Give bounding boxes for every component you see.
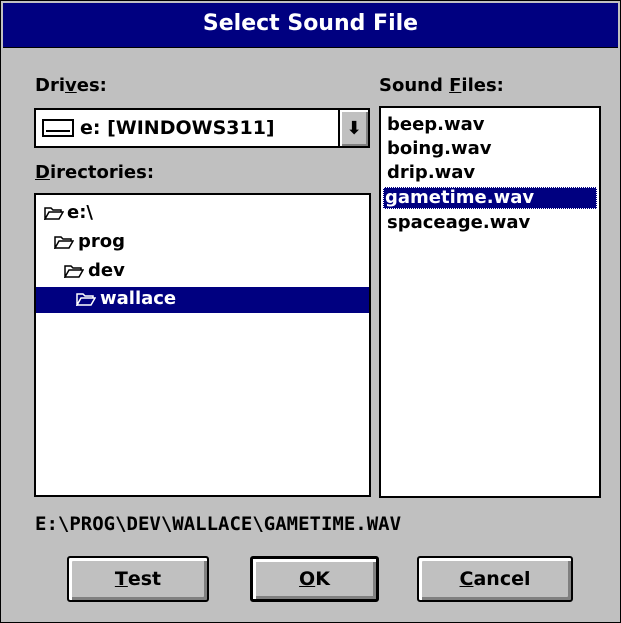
sound-files-listbox[interactable]: beep.wav boing.wav drip.wav gametime.wav…	[379, 106, 601, 498]
select-sound-file-dialog: Select Sound File Drives: e: [WINDOWS311…	[0, 0, 621, 623]
drives-dropdown-button[interactable]: ⬇	[338, 110, 368, 146]
directory-item-dev[interactable]: dev	[36, 259, 369, 285]
dialog-title: Select Sound File	[202, 11, 419, 36]
directory-item-wallace[interactable]: wallace	[36, 287, 369, 313]
drive-icon	[42, 119, 74, 137]
dropdown-arrow-icon: ⬇	[346, 117, 362, 139]
folder-open-icon	[44, 207, 64, 220]
file-item[interactable]: beep.wav	[385, 114, 485, 136]
folder-open-icon	[76, 293, 96, 306]
title-bar: Select Sound File	[3, 3, 618, 48]
cancel-button[interactable]: Cancel	[417, 556, 573, 602]
directory-item-prog[interactable]: prog	[36, 230, 369, 256]
ok-button[interactable]: OK	[250, 556, 379, 602]
file-item-selected[interactable]: gametime.wav	[383, 187, 597, 209]
file-item[interactable]: boing.wav	[385, 138, 491, 160]
directory-item-root[interactable]: e:\	[36, 201, 369, 227]
directories-label: Directories:	[35, 162, 155, 183]
folder-open-icon	[54, 236, 74, 249]
drives-label: Drives:	[35, 75, 107, 96]
drives-selected-value: e: [WINDOWS311]	[80, 117, 275, 139]
folder-open-icon	[64, 265, 84, 278]
selected-path: E:\PROG\DEV\WALLACE\GAMETIME.WAV	[35, 513, 402, 535]
drives-combobox[interactable]: e: [WINDOWS311] ⬇	[34, 108, 370, 148]
directories-listbox[interactable]: e:\ prog dev wallace	[34, 193, 371, 497]
sound-files-label: Sound Files:	[379, 75, 504, 96]
file-item[interactable]: spaceage.wav	[385, 212, 530, 234]
file-item[interactable]: drip.wav	[385, 162, 475, 184]
test-button[interactable]: Test	[67, 556, 209, 602]
